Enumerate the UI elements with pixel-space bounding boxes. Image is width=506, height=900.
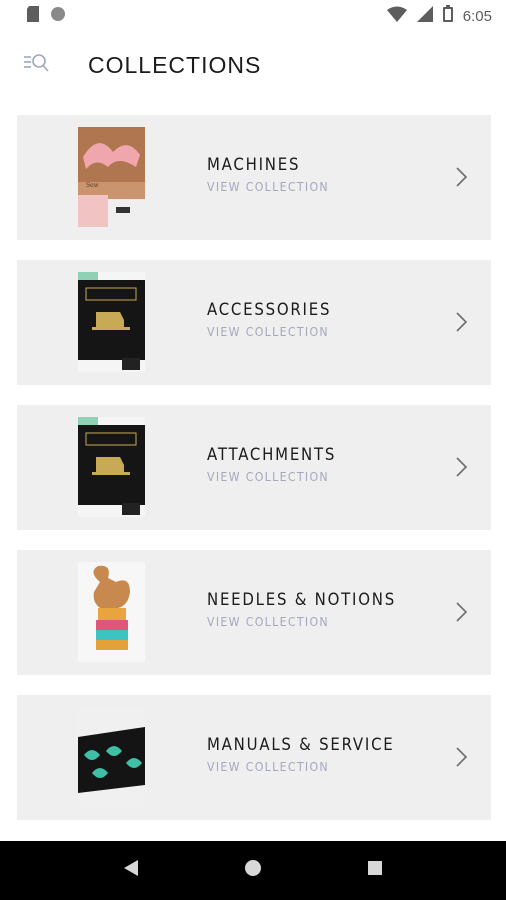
- collection-text: ACCESSORIES VIEW COLLECTION: [207, 298, 348, 339]
- collection-card-manuals-service[interactable]: MANUALS & SERVICE VIEW COLLECTION: [17, 695, 491, 820]
- chevron-right-icon: [455, 600, 469, 624]
- status-right: 6:05: [386, 5, 492, 27]
- status-bar: 6:05: [0, 0, 506, 32]
- manuals-service-thumbnail: [78, 707, 145, 807]
- home-button[interactable]: [233, 851, 273, 891]
- chevron-right-icon: [455, 165, 469, 189]
- page-title: COLLECTIONS: [88, 51, 262, 78]
- sd-card-icon: [26, 5, 40, 27]
- collection-title: ACCESSORIES: [207, 300, 332, 320]
- collection-text: NEEDLES & NOTIONS VIEW COLLECTION: [207, 588, 422, 629]
- collection-text: MACHINES VIEW COLLECTION: [207, 153, 346, 194]
- chevron-right-icon: [455, 310, 469, 334]
- collection-title: NEEDLES & NOTIONS: [207, 590, 396, 610]
- circle-notification-icon: [50, 6, 66, 27]
- chevron-right-icon: [455, 455, 469, 479]
- machines-thumbnail: Sew: [78, 127, 145, 227]
- collection-text: MANUALS & SERVICE VIEW COLLECTION: [207, 733, 420, 774]
- wifi-icon: [386, 6, 407, 27]
- collection-title: ATTACHMENTS: [207, 445, 337, 465]
- menu-search-button[interactable]: [16, 45, 56, 85]
- status-time: 6:05: [462, 7, 492, 25]
- view-collection-link[interactable]: VIEW COLLECTION: [207, 759, 395, 774]
- attachments-thumbnail: [78, 417, 145, 517]
- collection-card-accessories[interactable]: ACCESSORIES VIEW COLLECTION: [17, 260, 491, 385]
- signal-icon: [416, 5, 433, 27]
- home-icon: [244, 859, 262, 882]
- svg-text:Sew: Sew: [86, 182, 100, 189]
- view-collection-link[interactable]: VIEW COLLECTION: [207, 469, 336, 484]
- accessories-thumbnail: [78, 272, 145, 372]
- view-collection-link[interactable]: VIEW COLLECTION: [207, 614, 396, 629]
- needles-notions-thumbnail: [78, 562, 145, 662]
- collection-title: MACHINES: [207, 155, 301, 175]
- collection-title: MANUALS & SERVICE: [207, 735, 395, 755]
- back-icon: [123, 859, 139, 882]
- recents-icon: [367, 860, 383, 881]
- collection-card-machines[interactable]: Sew MACHINES VIEW COLLECTION: [17, 115, 491, 240]
- collection-card-needles-notions[interactable]: NEEDLES & NOTIONS VIEW COLLECTION: [17, 550, 491, 675]
- collection-list: Sew MACHINES VIEW COLLECTION ACCESSORIES: [17, 115, 491, 840]
- recents-button[interactable]: [355, 851, 395, 891]
- status-left: [26, 5, 66, 27]
- collection-card-attachments[interactable]: ATTACHMENTS VIEW COLLECTION: [17, 405, 491, 530]
- navigation-bar: [0, 841, 506, 900]
- battery-icon: [442, 5, 453, 27]
- chevron-right-icon: [455, 745, 469, 769]
- app-header: COLLECTIONS: [0, 32, 506, 98]
- collection-text: ATTACHMENTS VIEW COLLECTION: [207, 443, 354, 484]
- menu-search-icon: [22, 52, 50, 79]
- back-button[interactable]: [111, 851, 151, 891]
- view-collection-link[interactable]: VIEW COLLECTION: [207, 179, 329, 194]
- view-collection-link[interactable]: VIEW COLLECTION: [207, 324, 331, 339]
